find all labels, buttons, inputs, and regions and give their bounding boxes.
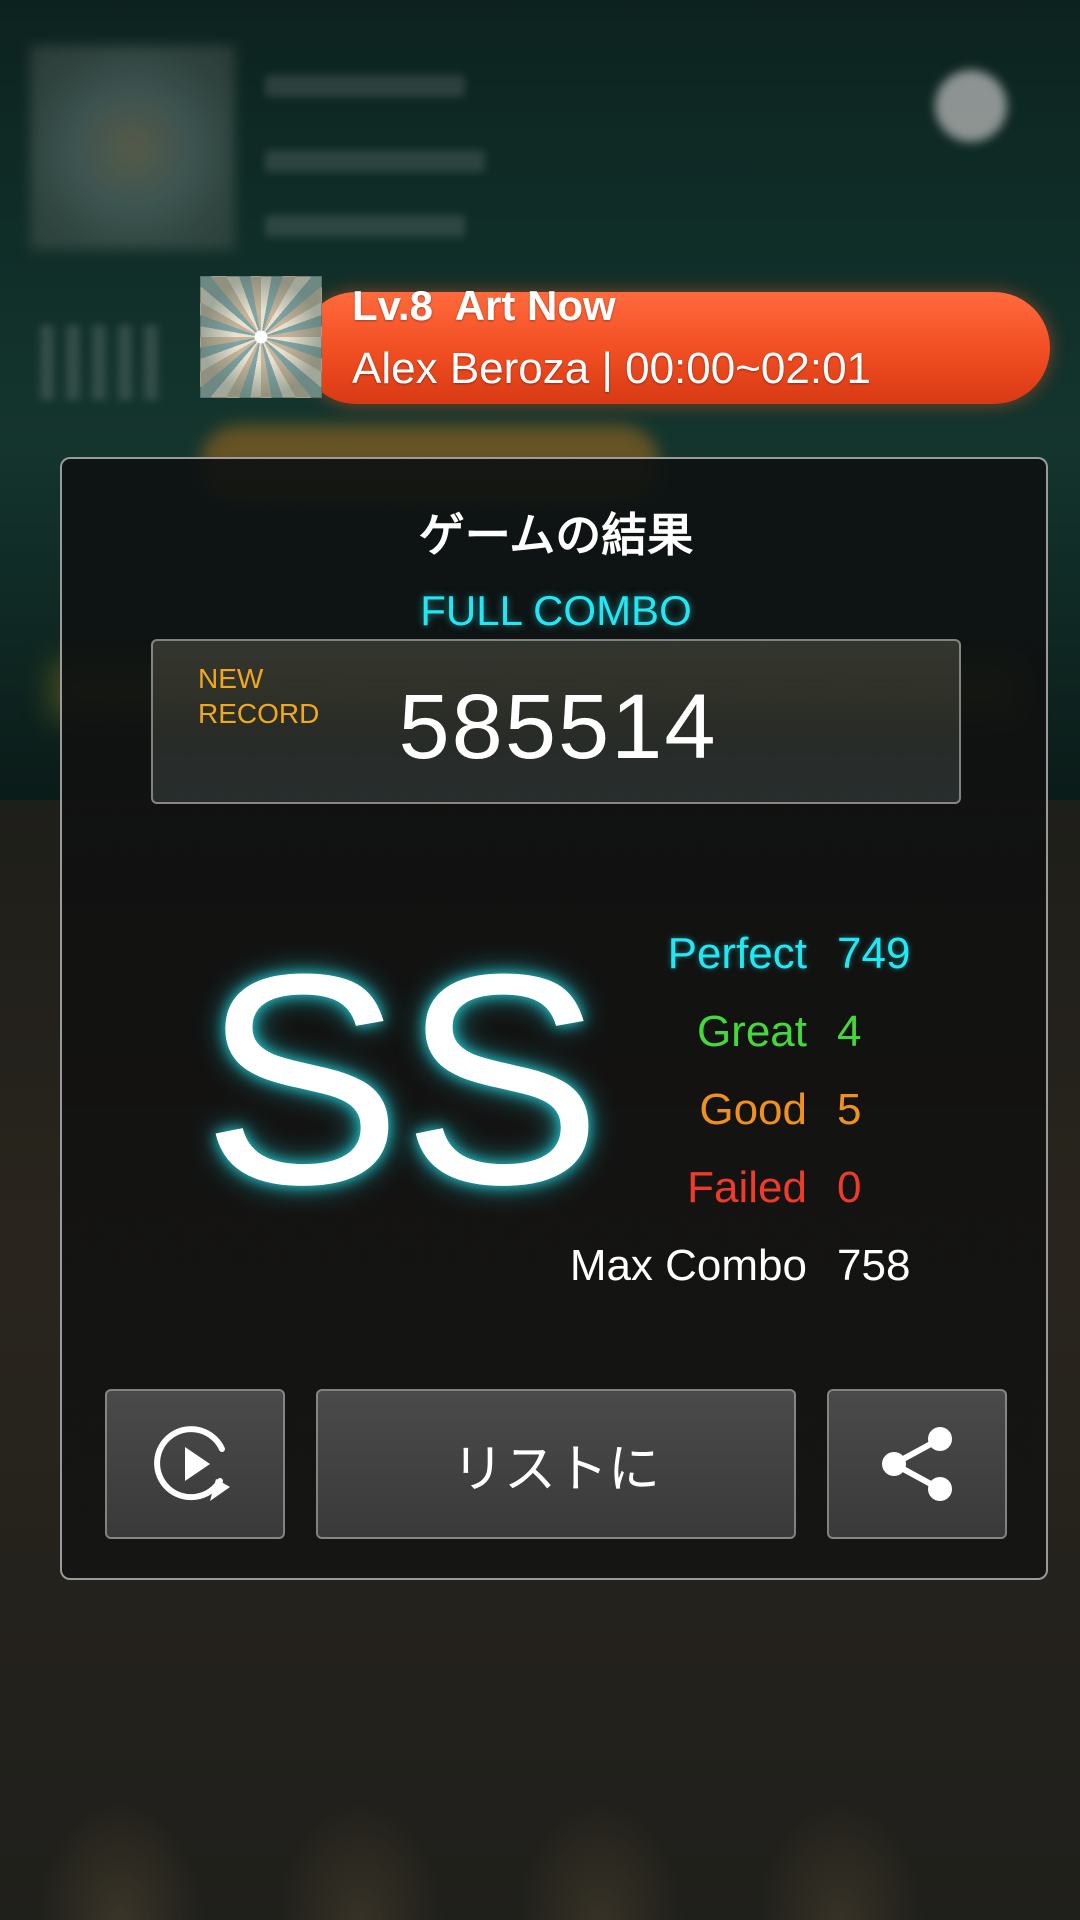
song-level: Lv.8 bbox=[352, 282, 433, 329]
retry-button[interactable] bbox=[105, 1389, 285, 1539]
stat-value-max-combo: 758 bbox=[837, 1241, 911, 1290]
stat-value-failed: 0 bbox=[837, 1163, 862, 1212]
result-screen: Lv.8 Art Now Alex Beroza | 00:00~02:01 ゲ… bbox=[0, 0, 1080, 1920]
score-value: 585514 bbox=[398, 676, 718, 778]
song-jacket-image bbox=[200, 276, 322, 398]
score-box: NEW RECORD 585514 bbox=[151, 639, 961, 804]
back-to-list-label: リストに bbox=[451, 1439, 660, 1500]
stat-label-max-combo: Max Combo bbox=[569, 1241, 807, 1290]
song-title: Art Now bbox=[454, 282, 616, 329]
stat-label-good: Good bbox=[699, 1085, 807, 1134]
stat-label-great: Great bbox=[696, 1007, 807, 1056]
song-level-title: Lv.8 Art Now bbox=[352, 282, 616, 330]
stat-label-failed: Failed bbox=[687, 1163, 807, 1212]
result-dialog: ゲームの結果 FULL COMBO NEW RECORD 585514 SS P… bbox=[60, 457, 1048, 1580]
stat-value-perfect: 749 bbox=[837, 929, 911, 978]
full-combo-label: FULL COMBO bbox=[420, 587, 692, 634]
stat-value-great: 4 bbox=[837, 1007, 862, 1056]
stat-value-good: 5 bbox=[837, 1085, 862, 1134]
song-artist-time: Alex Beroza | 00:00~02:01 bbox=[352, 344, 872, 393]
back-to-list-button[interactable]: リストに bbox=[316, 1389, 796, 1539]
share-button[interactable] bbox=[827, 1389, 1007, 1539]
share-icon bbox=[882, 1427, 952, 1501]
stat-label-perfect: Perfect bbox=[667, 929, 807, 978]
replay-icon bbox=[154, 1426, 230, 1501]
dialog-title: ゲームの結果 bbox=[418, 508, 694, 562]
